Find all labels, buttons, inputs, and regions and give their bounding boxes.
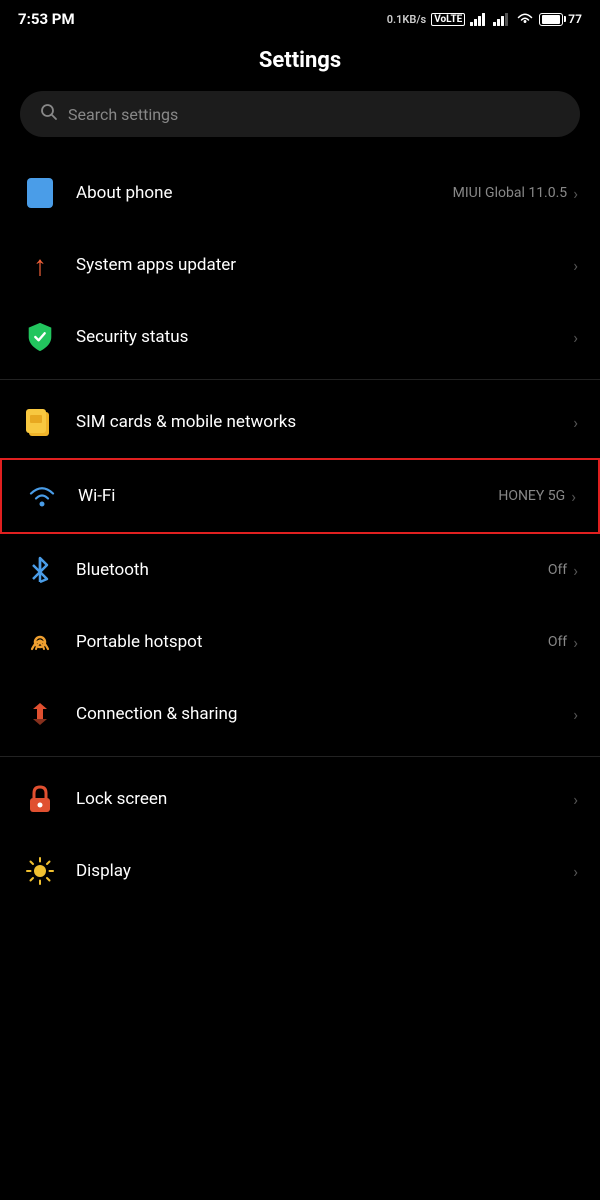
- signal-icon-1: [470, 12, 488, 26]
- system-apps-updater-chevron: ›: [573, 256, 578, 275]
- bluetooth-icon: [22, 552, 58, 588]
- settings-list: About phone MIUI Global 11.0.5 › ↑ Syste…: [0, 157, 600, 907]
- security-status-icon: [22, 319, 58, 355]
- portable-hotspot-value: Off: [548, 634, 567, 650]
- sim-cards-chevron: ›: [573, 413, 578, 432]
- system-apps-updater-label: System apps updater: [76, 255, 236, 275]
- connection-sharing-label: Connection & sharing: [76, 704, 237, 724]
- lock-screen-label: Lock screen: [76, 789, 167, 809]
- settings-item-wifi[interactable]: Wi-Fi HONEY 5G ›: [0, 458, 600, 534]
- portable-hotspot-label: Portable hotspot: [76, 632, 202, 652]
- page-title: Settings: [0, 34, 600, 91]
- status-time: 7:53 PM: [18, 10, 75, 28]
- search-bar[interactable]: Search settings: [20, 91, 580, 137]
- wifi-icon: [24, 478, 60, 514]
- wifi-value: HONEY 5G: [498, 488, 565, 504]
- divider-1: [0, 379, 600, 380]
- volte-icon: VoLTE: [431, 13, 465, 26]
- about-phone-chevron: ›: [573, 184, 578, 203]
- bluetooth-value: Off: [548, 562, 567, 578]
- search-placeholder: Search settings: [68, 105, 178, 124]
- wifi-status-icon: [516, 12, 534, 26]
- sim-cards-label: SIM cards & mobile networks: [76, 412, 296, 432]
- status-right: 0.1KB/s VoLTE 77: [387, 12, 582, 26]
- security-status-chevron: ›: [573, 328, 578, 347]
- lock-screen-chevron: ›: [573, 790, 578, 809]
- settings-item-system-apps-updater[interactable]: ↑ System apps updater ›: [0, 229, 600, 301]
- status-bar: 7:53 PM 0.1KB/s VoLTE 77: [0, 0, 600, 34]
- settings-item-lock-screen[interactable]: Lock screen ›: [0, 763, 600, 835]
- divider-2: [0, 756, 600, 757]
- display-icon: [22, 853, 58, 889]
- connection-sharing-icon: [22, 696, 58, 732]
- bluetooth-chevron: ›: [573, 561, 578, 580]
- security-status-label: Security status: [76, 327, 188, 347]
- about-phone-value: MIUI Global 11.0.5: [453, 185, 568, 201]
- settings-item-sim-cards[interactable]: SIM cards & mobile networks ›: [0, 386, 600, 458]
- about-phone-label: About phone: [76, 183, 173, 203]
- portable-hotspot-chevron: ›: [573, 633, 578, 652]
- system-apps-updater-icon: ↑: [22, 247, 58, 283]
- battery-icon: [539, 13, 563, 26]
- search-icon: [40, 103, 58, 125]
- display-label: Display: [76, 861, 131, 881]
- settings-item-security-status[interactable]: Security status ›: [0, 301, 600, 373]
- portable-hotspot-icon: [22, 624, 58, 660]
- wifi-label: Wi-Fi: [78, 486, 115, 506]
- battery-percent: 77: [568, 12, 582, 26]
- signal-icon-2: [493, 12, 511, 26]
- settings-item-bluetooth[interactable]: Bluetooth Off ›: [0, 534, 600, 606]
- sim-cards-icon: [22, 404, 58, 440]
- bluetooth-label: Bluetooth: [76, 560, 149, 580]
- display-chevron: ›: [573, 862, 578, 881]
- connection-sharing-chevron: ›: [573, 705, 578, 724]
- settings-item-display[interactable]: Display ›: [0, 835, 600, 907]
- settings-item-about-phone[interactable]: About phone MIUI Global 11.0.5 ›: [0, 157, 600, 229]
- settings-item-portable-hotspot[interactable]: Portable hotspot Off ›: [0, 606, 600, 678]
- wifi-chevron: ›: [571, 487, 576, 506]
- network-speed: 0.1KB/s: [387, 13, 427, 26]
- about-phone-icon: [22, 175, 58, 211]
- lock-screen-icon: [22, 781, 58, 817]
- settings-item-connection-sharing[interactable]: Connection & sharing ›: [0, 678, 600, 750]
